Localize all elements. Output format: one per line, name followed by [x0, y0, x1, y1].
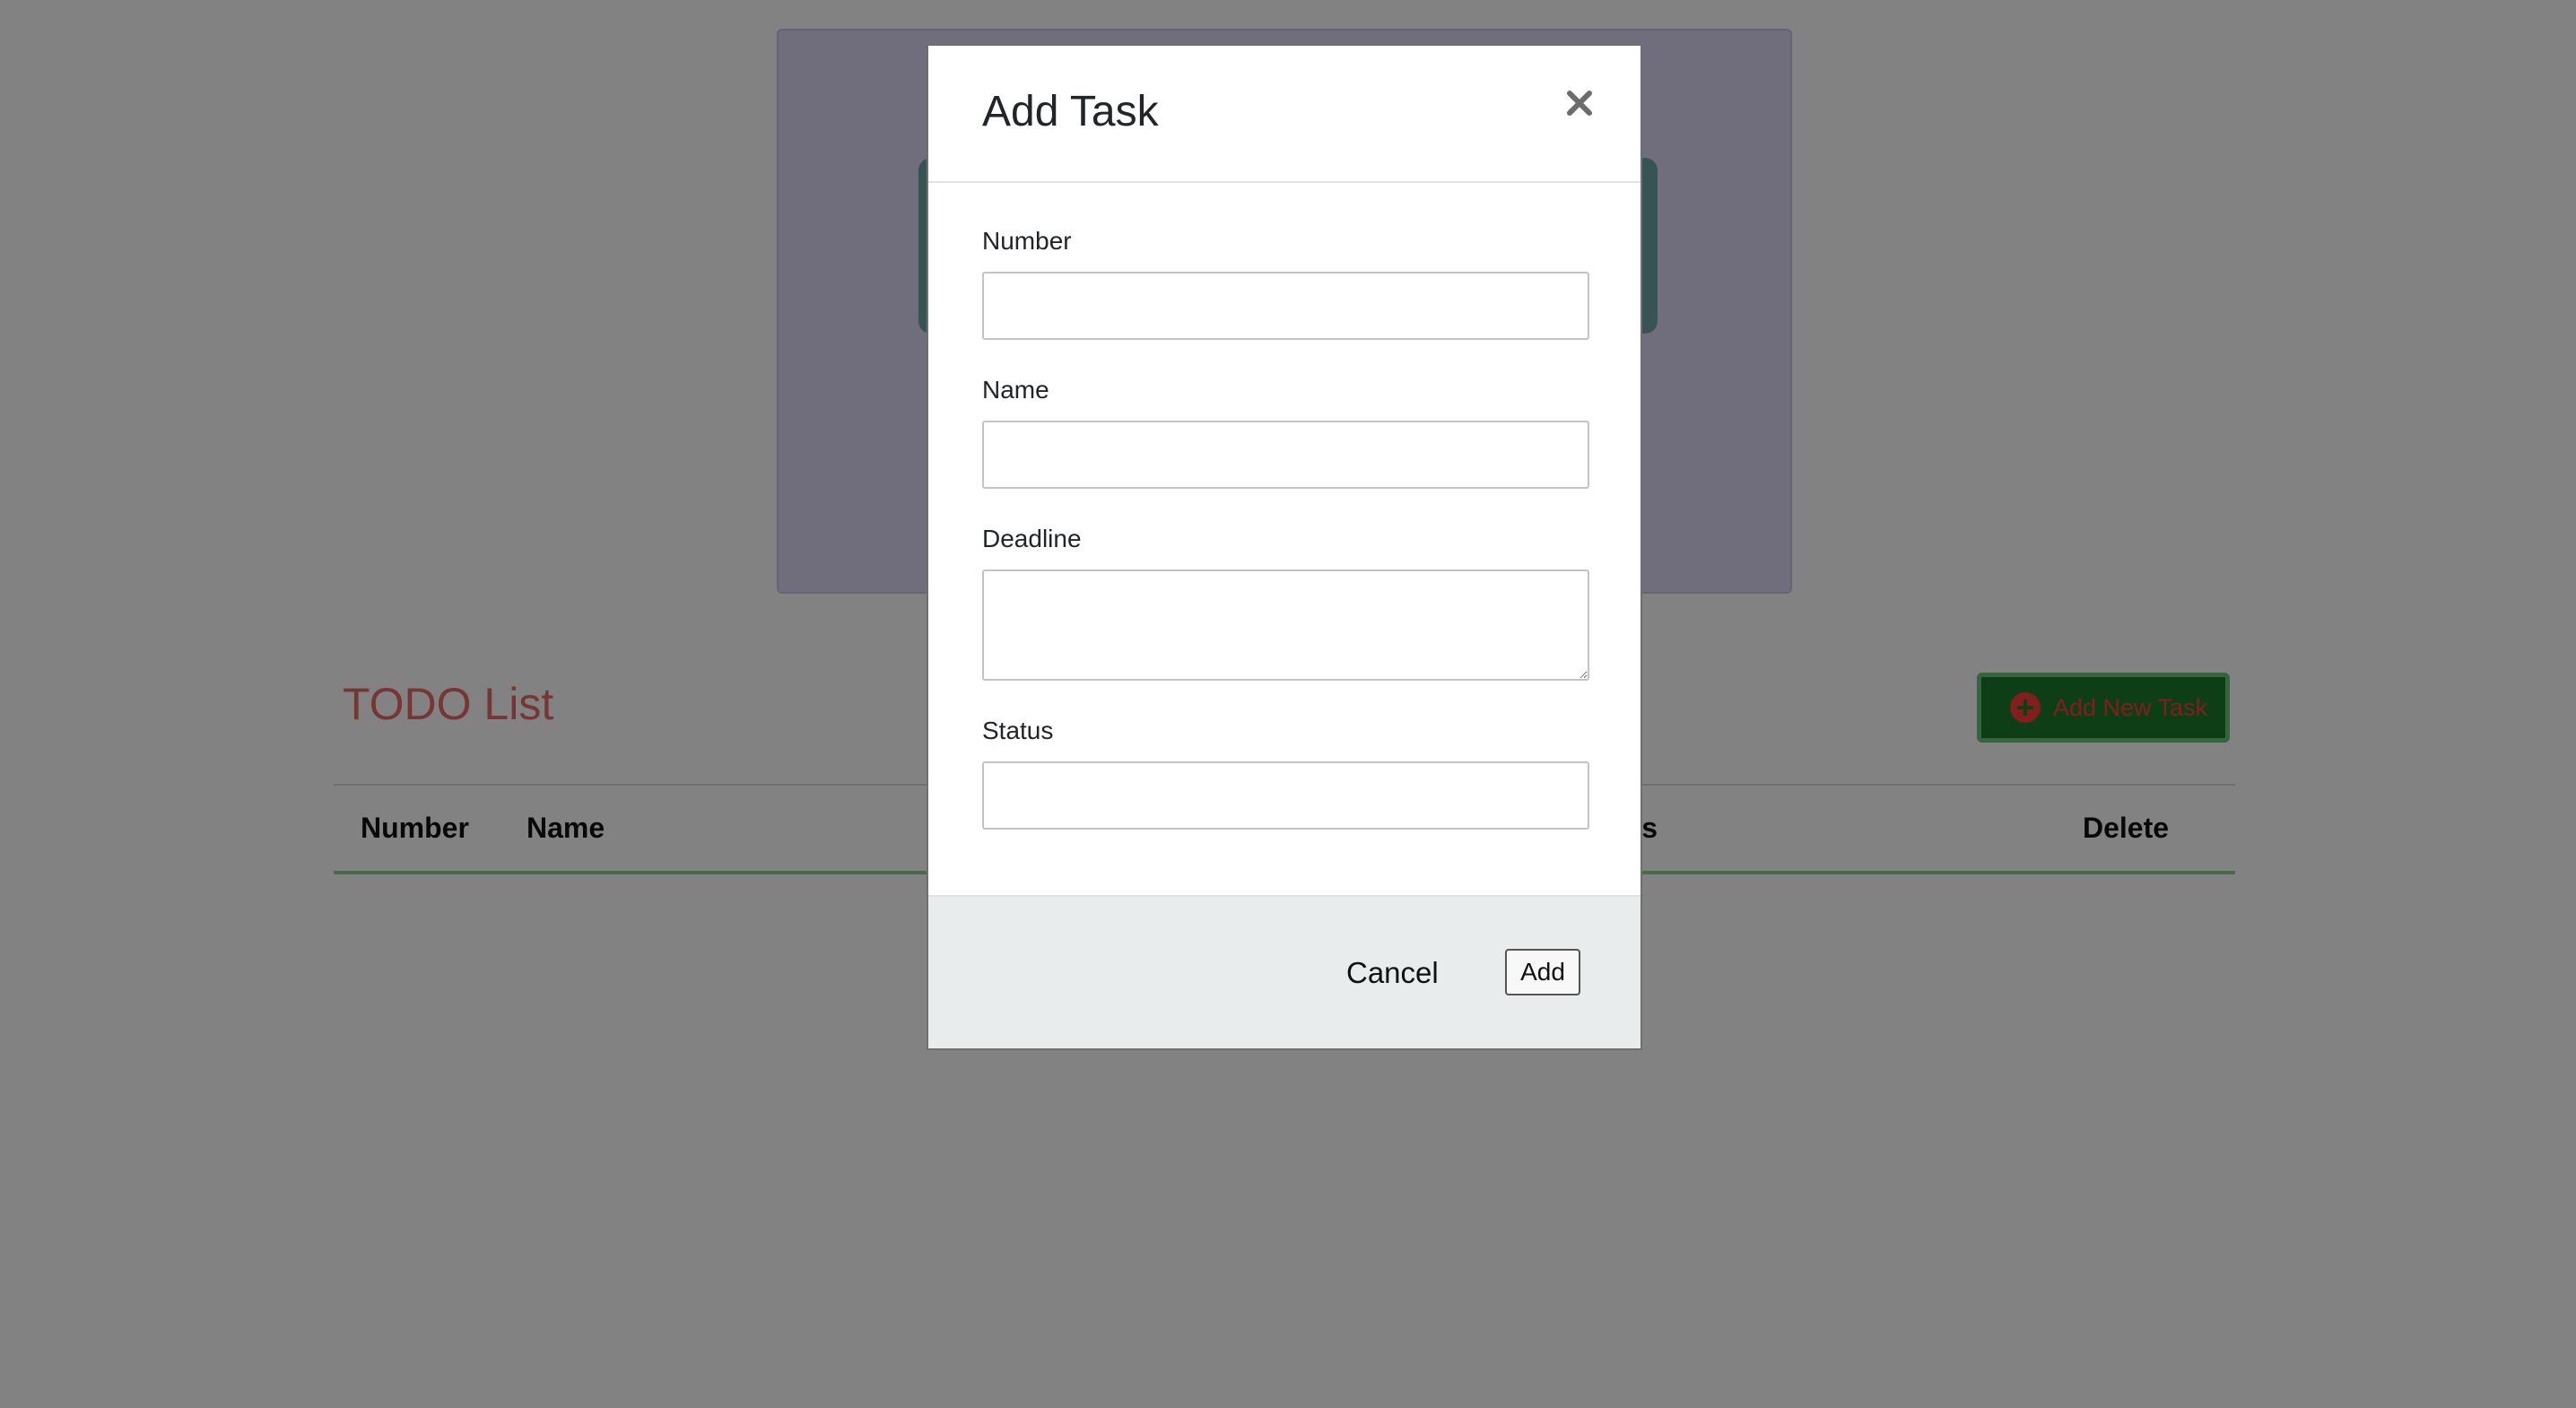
add-task-modal: Add Task Number Name Deadline Status Can… [927, 44, 1642, 1050]
modal-title: Add Task [982, 88, 1159, 135]
name-field[interactable] [982, 421, 1589, 489]
close-button[interactable] [1562, 85, 1597, 121]
deadline-label: Deadline [982, 525, 1082, 552]
status-label: Status [982, 717, 1054, 744]
number-field[interactable] [982, 272, 1589, 340]
close-icon [1567, 91, 1592, 116]
modal-footer: Cancel Add [928, 895, 1640, 1048]
status-field[interactable] [982, 761, 1589, 830]
name-label: Name [982, 376, 1049, 404]
cancel-button[interactable]: Cancel [1346, 958, 1439, 987]
number-label: Number [982, 227, 1072, 255]
deadline-field[interactable] [982, 569, 1589, 681]
add-button[interactable]: Add [1505, 949, 1580, 995]
modal-header: Add Task [928, 46, 1640, 183]
